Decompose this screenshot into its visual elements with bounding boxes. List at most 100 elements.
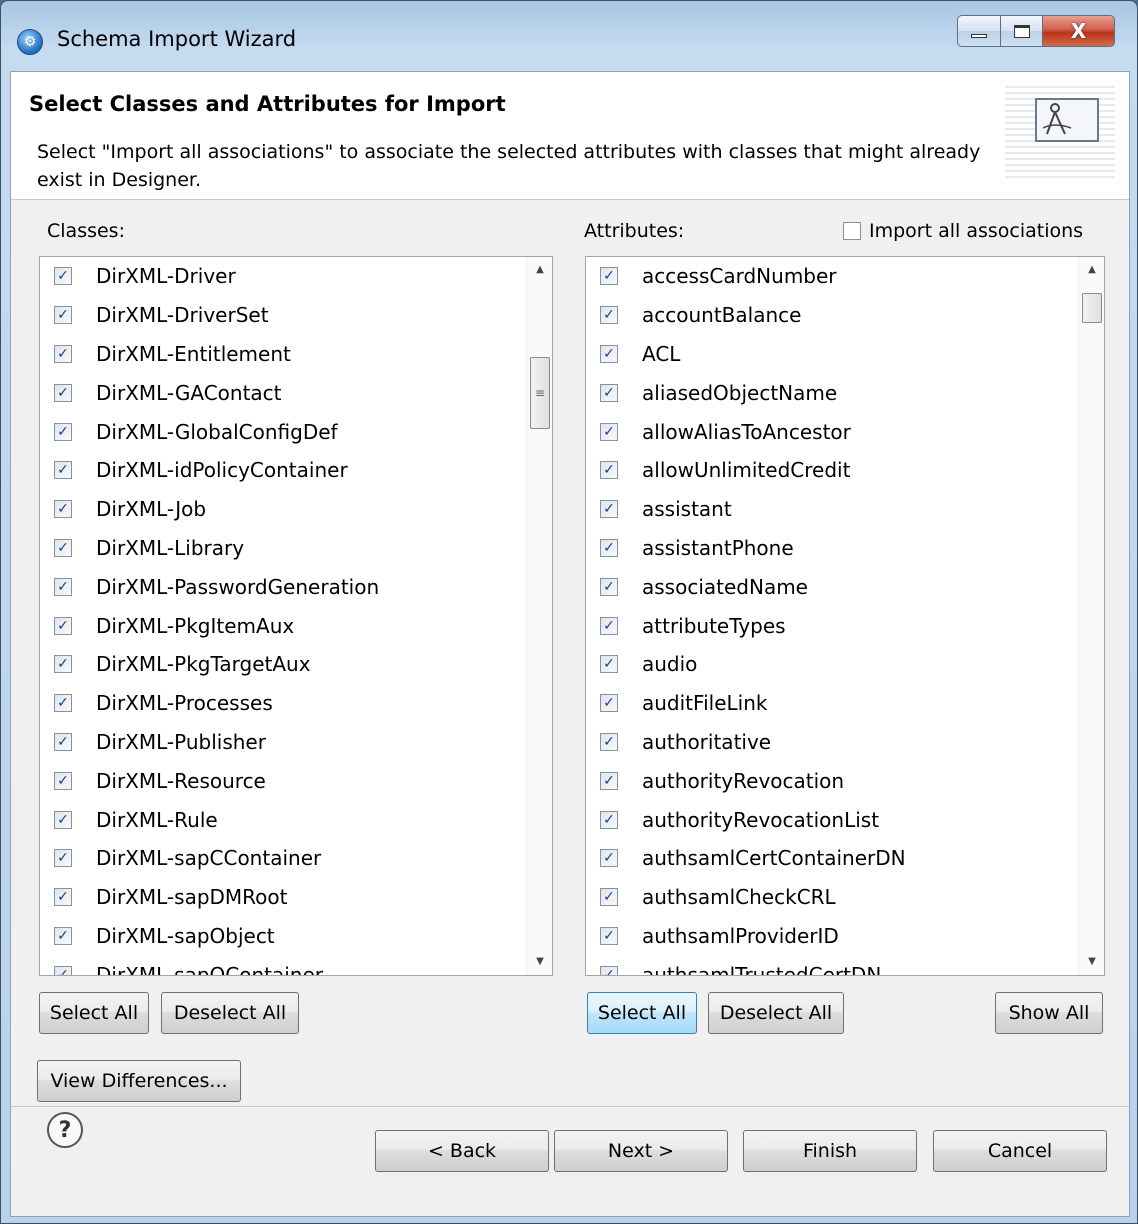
- item-checkbox[interactable]: ✓: [600, 694, 618, 713]
- list-item[interactable]: ✓ DirXML-PkgItemAux: [40, 606, 526, 645]
- list-item[interactable]: ✓ DirXML-Job: [40, 490, 526, 529]
- list-item[interactable]: ✓ authsamlTrustedCertDN: [586, 955, 1078, 975]
- list-item[interactable]: ✓ DirXML-Driver: [40, 257, 526, 296]
- list-item[interactable]: ✓ attributeTypes: [586, 606, 1078, 645]
- item-checkbox[interactable]: ✓: [54, 500, 72, 519]
- attributes-scrollbar[interactable]: ▲ ▼: [1078, 257, 1104, 975]
- classes-deselect-all-button[interactable]: Deselect All: [161, 992, 299, 1034]
- item-checkbox[interactable]: ✓: [600, 849, 618, 868]
- list-item[interactable]: ✓ DirXML-idPolicyContainer: [40, 451, 526, 490]
- item-checkbox[interactable]: ✓: [54, 694, 72, 713]
- item-checkbox[interactable]: ✓: [600, 461, 618, 480]
- item-checkbox[interactable]: ✓: [54, 267, 72, 286]
- list-item[interactable]: ✓ authsamlCheckCRL: [586, 878, 1078, 917]
- item-checkbox[interactable]: ✓: [54, 771, 72, 790]
- list-item[interactable]: ✓ accessCardNumber: [586, 257, 1078, 296]
- title-bar[interactable]: ⚙ Schema Import Wizard X: [1, 1, 1137, 71]
- item-checkbox[interactable]: ✓: [600, 422, 618, 441]
- scroll-up-icon[interactable]: ▲: [527, 257, 552, 283]
- item-checkbox[interactable]: ✓: [54, 461, 72, 480]
- item-checkbox[interactable]: ✓: [54, 577, 72, 596]
- list-item[interactable]: ✓ DirXML-Rule: [40, 800, 526, 839]
- show-all-button[interactable]: Show All: [995, 992, 1103, 1034]
- item-checkbox[interactable]: ✓: [600, 926, 618, 945]
- list-item[interactable]: ✓ DirXML-sapOContainer: [40, 955, 526, 975]
- item-checkbox[interactable]: ✓: [54, 655, 72, 674]
- item-checkbox[interactable]: ✓: [600, 267, 618, 286]
- close-button[interactable]: X: [1043, 15, 1115, 47]
- list-item[interactable]: ✓ DirXML-Processes: [40, 684, 526, 723]
- list-item[interactable]: ✓ DirXML-Entitlement: [40, 335, 526, 374]
- scroll-thumb[interactable]: [1082, 293, 1102, 323]
- item-checkbox[interactable]: ✓: [54, 965, 72, 975]
- list-item[interactable]: ✓ DirXML-Resource: [40, 761, 526, 800]
- item-checkbox[interactable]: ✓: [54, 732, 72, 751]
- list-item[interactable]: ✓ accountBalance: [586, 296, 1078, 335]
- item-checkbox[interactable]: ✓: [600, 810, 618, 829]
- list-item[interactable]: ✓ DirXML-GAContact: [40, 373, 526, 412]
- import-all-associations-checkbox[interactable]: [843, 222, 861, 240]
- item-checkbox[interactable]: ✓: [600, 655, 618, 674]
- scroll-up-icon[interactable]: ▲: [1079, 257, 1104, 283]
- list-item[interactable]: ✓ authsamlCertContainerDN: [586, 839, 1078, 878]
- import-all-associations-option[interactable]: Import all associations: [843, 220, 1083, 242]
- list-item[interactable]: ✓ assistant: [586, 490, 1078, 529]
- item-checkbox[interactable]: ✓: [600, 344, 618, 363]
- list-item[interactable]: ✓ authorityRevocationList: [586, 800, 1078, 839]
- list-item[interactable]: ✓ ACL: [586, 335, 1078, 374]
- scroll-down-icon[interactable]: ▼: [527, 949, 552, 975]
- list-item[interactable]: ✓ auditFileLink: [586, 684, 1078, 723]
- item-checkbox[interactable]: ✓: [600, 306, 618, 325]
- attributes-deselect-all-button[interactable]: Deselect All: [708, 992, 844, 1034]
- list-item[interactable]: ✓ DirXML-sapDMRoot: [40, 878, 526, 917]
- list-item[interactable]: ✓ authoritative: [586, 723, 1078, 762]
- item-checkbox[interactable]: ✓: [600, 577, 618, 596]
- cancel-button[interactable]: Cancel: [933, 1130, 1107, 1172]
- list-item[interactable]: ✓ DirXML-sapObject: [40, 917, 526, 956]
- item-checkbox[interactable]: ✓: [54, 422, 72, 441]
- finish-button[interactable]: Finish: [743, 1130, 917, 1172]
- item-checkbox[interactable]: ✓: [600, 538, 618, 557]
- list-item[interactable]: ✓ authsamlProviderID: [586, 917, 1078, 956]
- list-item[interactable]: ✓ DirXML-DriverSet: [40, 296, 526, 335]
- list-item[interactable]: ✓ assistantPhone: [586, 529, 1078, 568]
- list-item[interactable]: ✓ allowAliasToAncestor: [586, 412, 1078, 451]
- minimize-button[interactable]: [957, 15, 1001, 47]
- list-item[interactable]: ✓ DirXML-PasswordGeneration: [40, 567, 526, 606]
- item-checkbox[interactable]: ✓: [600, 888, 618, 907]
- item-checkbox[interactable]: ✓: [54, 849, 72, 868]
- item-checkbox[interactable]: ✓: [54, 344, 72, 363]
- next-button[interactable]: Next >: [554, 1130, 728, 1172]
- item-checkbox[interactable]: ✓: [54, 616, 72, 635]
- item-checkbox[interactable]: ✓: [600, 965, 618, 975]
- item-checkbox[interactable]: ✓: [54, 926, 72, 945]
- item-checkbox[interactable]: ✓: [600, 771, 618, 790]
- list-item[interactable]: ✓ authorityRevocation: [586, 761, 1078, 800]
- scroll-down-icon[interactable]: ▼: [1079, 949, 1104, 975]
- item-checkbox[interactable]: ✓: [54, 888, 72, 907]
- help-icon[interactable]: ?: [47, 1112, 83, 1148]
- item-checkbox[interactable]: ✓: [600, 616, 618, 635]
- item-checkbox[interactable]: ✓: [54, 306, 72, 325]
- list-item[interactable]: ✓ DirXML-Library: [40, 529, 526, 568]
- list-item[interactable]: ✓ audio: [586, 645, 1078, 684]
- classes-scrollbar[interactable]: ▲ ≡ ▼: [526, 257, 552, 975]
- list-item[interactable]: ✓ DirXML-sapCContainer: [40, 839, 526, 878]
- back-button[interactable]: < Back: [375, 1130, 549, 1172]
- attributes-select-all-button[interactable]: Select All: [587, 992, 697, 1034]
- scroll-thumb[interactable]: ≡: [530, 357, 550, 429]
- list-item[interactable]: ✓ allowUnlimitedCredit: [586, 451, 1078, 490]
- classes-select-all-button[interactable]: Select All: [39, 992, 149, 1034]
- maximize-button[interactable]: [1001, 15, 1043, 47]
- list-item[interactable]: ✓ DirXML-PkgTargetAux: [40, 645, 526, 684]
- view-differences-button[interactable]: View Differences...: [37, 1060, 241, 1102]
- item-checkbox[interactable]: ✓: [600, 500, 618, 519]
- list-item[interactable]: ✓ associatedName: [586, 567, 1078, 606]
- item-checkbox[interactable]: ✓: [600, 383, 618, 402]
- list-item[interactable]: ✓ DirXML-Publisher: [40, 723, 526, 762]
- list-item[interactable]: ✓ aliasedObjectName: [586, 373, 1078, 412]
- item-checkbox[interactable]: ✓: [54, 383, 72, 402]
- item-checkbox[interactable]: ✓: [54, 810, 72, 829]
- item-checkbox[interactable]: ✓: [600, 732, 618, 751]
- list-item[interactable]: ✓ DirXML-GlobalConfigDef: [40, 412, 526, 451]
